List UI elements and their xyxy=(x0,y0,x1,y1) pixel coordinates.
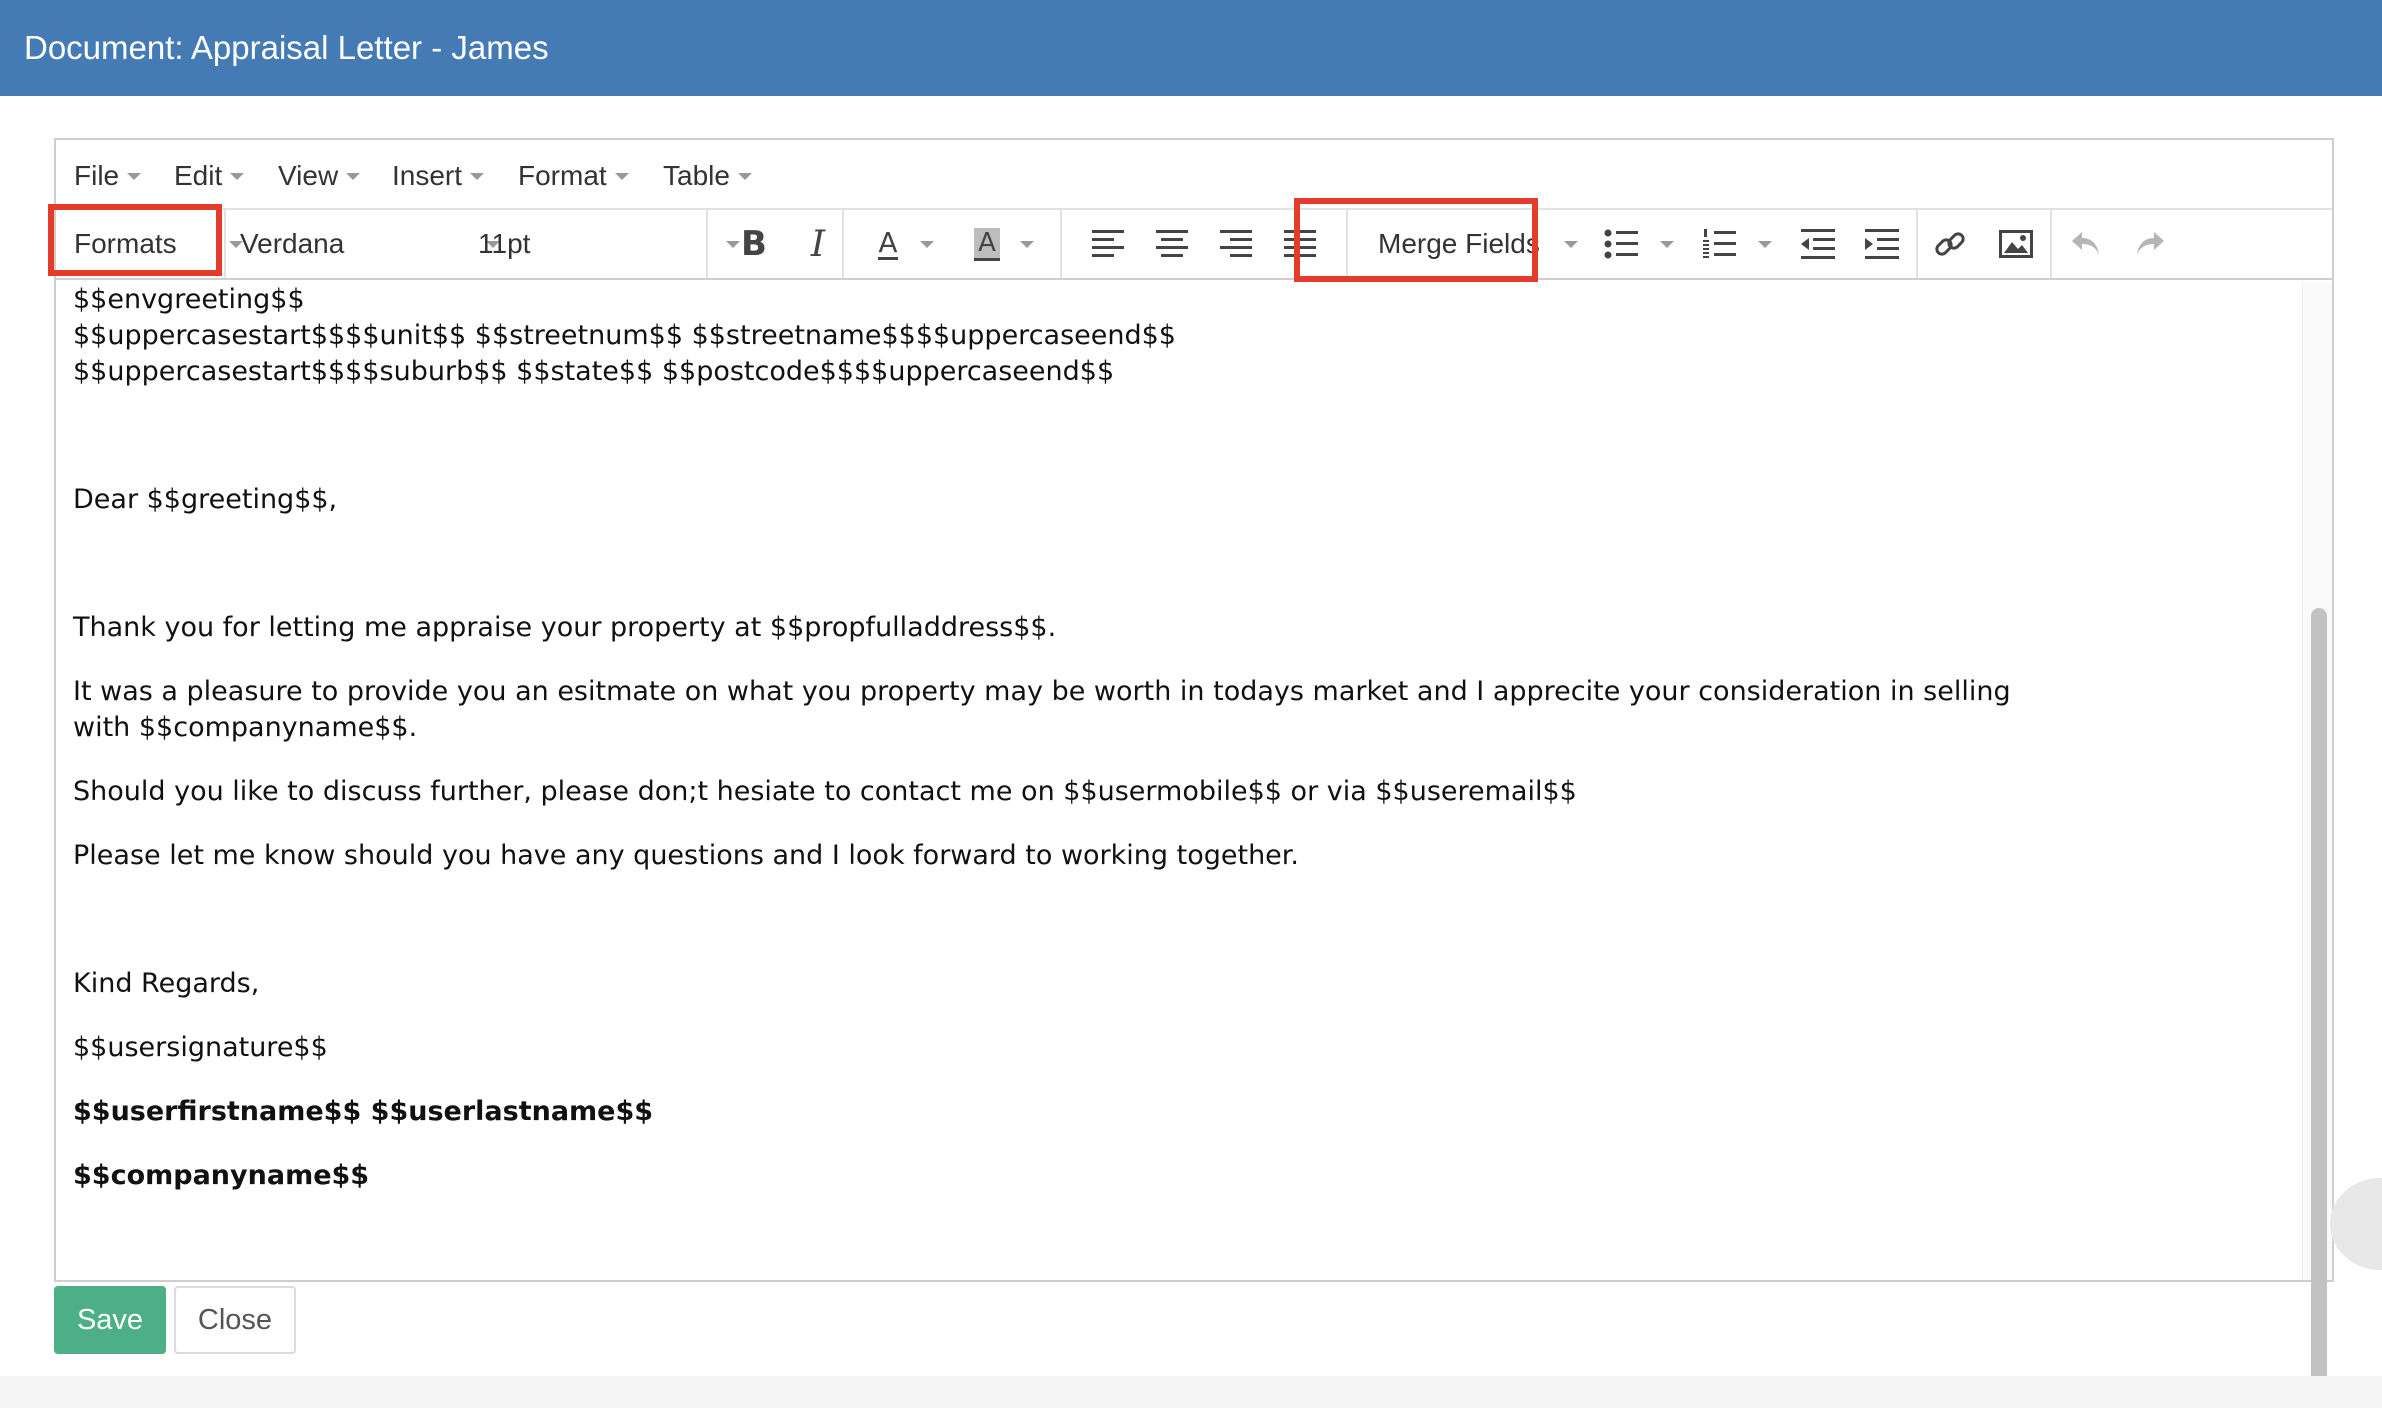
chevron-down-icon xyxy=(1758,240,1772,248)
chevron-down-icon xyxy=(737,172,752,180)
scrollbar-thumb[interactable] xyxy=(2311,608,2327,1408)
background-color-button[interactable]: A xyxy=(954,210,1054,278)
chevron-down-icon xyxy=(470,172,485,180)
outdent-button[interactable] xyxy=(1786,210,1850,278)
menu-insert-label: Insert xyxy=(392,160,463,191)
toolbar-divider xyxy=(842,210,844,278)
body-paragraph: Should you like to discuss further, plea… xyxy=(73,776,1577,807)
image-icon xyxy=(1999,230,2033,258)
toolbar-divider xyxy=(706,210,708,278)
link-button[interactable] xyxy=(1918,210,1982,278)
document-body[interactable]: $$envgreeting$$ $$uppercasestart$$$$unit… xyxy=(56,282,2306,1280)
signature-field: $$usersignature$$ xyxy=(73,1032,328,1063)
chevron-down-icon xyxy=(919,240,934,248)
editor-scrollbar[interactable] xyxy=(2302,282,2332,1408)
salutation-line: Dear $$greeting$$, xyxy=(73,484,338,515)
body-paragraph-continued: with $$companyname$$. xyxy=(73,712,418,743)
redo-button[interactable] xyxy=(2120,210,2180,278)
editor-toolbar: Formats Verdana 11pt B I A A Merge Field… xyxy=(56,210,2332,280)
chevron-down-icon xyxy=(127,172,142,180)
outdent-icon xyxy=(1801,229,1835,259)
toolbar-divider xyxy=(1060,210,1062,278)
align-right-button[interactable] xyxy=(1206,210,1266,278)
text-color-icon: A xyxy=(878,225,898,260)
numbered-list-icon xyxy=(1703,229,1736,258)
window-title: Document: Appraisal Letter - James xyxy=(0,0,2382,96)
bullet-list-icon xyxy=(1604,229,1638,259)
closing-line: Kind Regards, xyxy=(73,968,260,999)
close-button[interactable]: Close xyxy=(174,1286,296,1354)
image-button[interactable] xyxy=(1984,210,2048,278)
toolbar-divider xyxy=(2050,210,2052,278)
body-paragraph: It was a pleasure to provide you an esit… xyxy=(73,676,2011,707)
menu-table[interactable]: Table xyxy=(663,160,752,192)
help-widget[interactable] xyxy=(2330,1178,2382,1270)
address-line-street: $$uppercasestart$$$$unit$$ $$streetnum$$… xyxy=(73,320,1176,351)
menu-format[interactable]: Format xyxy=(518,160,629,192)
font-family-select[interactable]: Verdana xyxy=(240,210,500,278)
menu-edit[interactable]: Edit xyxy=(174,160,245,192)
align-left-icon xyxy=(1092,230,1124,257)
address-line-greeting: $$envgreeting$$ xyxy=(73,284,305,315)
background-color-icon: A xyxy=(974,227,1000,261)
merge-fields-highlight-box xyxy=(1294,198,1538,282)
align-center-icon xyxy=(1156,230,1188,257)
italic-icon: I xyxy=(810,223,826,265)
toolbar-divider xyxy=(224,210,226,278)
bullet-list-button[interactable] xyxy=(1594,210,1684,278)
rich-text-editor: File Edit View Insert Format Table Forma… xyxy=(54,138,2334,1408)
italic-button[interactable]: I xyxy=(786,210,850,278)
align-center-button[interactable] xyxy=(1142,210,1202,278)
font-family-value: Verdana xyxy=(240,228,345,259)
font-size-value: 11pt xyxy=(478,228,531,259)
numbered-list-button[interactable] xyxy=(1692,210,1782,278)
formats-highlight-box xyxy=(48,204,222,276)
indent-button[interactable] xyxy=(1850,210,1914,278)
bold-button[interactable]: B xyxy=(722,210,786,278)
link-icon xyxy=(1935,232,1965,256)
editor-menubar: File Edit View Insert Format Table xyxy=(56,140,2332,210)
sender-name: $$userfirstname$$ $$userlastname$$ xyxy=(73,1096,654,1127)
chevron-down-icon xyxy=(1019,240,1034,248)
menu-file[interactable]: File xyxy=(74,160,142,192)
chevron-down-icon xyxy=(230,172,245,180)
redo-icon xyxy=(2137,232,2164,255)
indent-icon xyxy=(1865,229,1899,259)
undo-icon xyxy=(2072,232,2099,255)
menu-insert[interactable]: Insert xyxy=(392,160,485,192)
align-right-icon xyxy=(1220,230,1252,257)
chevron-down-icon xyxy=(346,172,361,180)
text-color-button[interactable]: A xyxy=(856,210,956,278)
font-size-select[interactable]: 11pt xyxy=(478,210,740,278)
menu-file-label: File xyxy=(74,160,120,191)
bold-icon: B xyxy=(741,224,767,264)
sender-company: $$companyname$$ xyxy=(73,1160,370,1191)
chevron-down-icon xyxy=(1660,240,1674,248)
menu-table-label: Table xyxy=(663,160,730,191)
menu-format-label: Format xyxy=(518,160,607,191)
body-paragraph: Thank you for letting me appraise your p… xyxy=(73,612,1057,643)
footer-area xyxy=(0,1376,2382,1408)
chevron-down-icon xyxy=(614,172,629,180)
menu-view[interactable]: View xyxy=(278,160,361,192)
address-line-suburb: $$uppercasestart$$$$suburb$$ $$state$$ $… xyxy=(73,356,1115,387)
body-paragraph: Please let me know should you have any q… xyxy=(73,840,1299,871)
menu-edit-label: Edit xyxy=(174,160,223,191)
chevron-down-icon xyxy=(1564,240,1578,248)
save-button[interactable]: Save xyxy=(54,1286,166,1354)
undo-button[interactable] xyxy=(2056,210,2116,278)
menu-view-label: View xyxy=(278,160,339,191)
align-left-button[interactable] xyxy=(1078,210,1138,278)
